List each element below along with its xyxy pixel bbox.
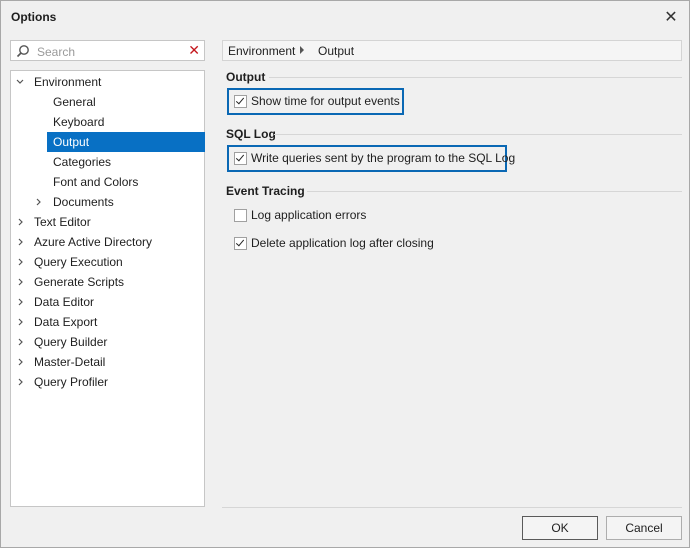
- chevron-down-icon[interactable]: [15, 72, 25, 92]
- tree-item-label: Keyboard: [53, 115, 105, 129]
- ok-button[interactable]: OK: [522, 516, 598, 540]
- options-dialog: Options ✕ ✕ Environment General Keyboard…: [0, 0, 690, 548]
- tree-item-master-detail[interactable]: Master-Detail: [15, 352, 203, 372]
- options-tree: Environment General Keyboard Output Cate…: [10, 70, 205, 507]
- tree-item-label: Query Profiler: [34, 375, 109, 389]
- close-icon[interactable]: ✕: [659, 6, 683, 28]
- tree-item-general[interactable]: General: [47, 92, 205, 112]
- chevron-right-icon[interactable]: [15, 372, 25, 392]
- tree-item-query-builder[interactable]: Query Builder: [15, 332, 203, 352]
- chevron-right-icon[interactable]: [15, 272, 25, 292]
- tree-item-label: Text Editor: [34, 215, 91, 229]
- clear-search-icon[interactable]: ✕: [188, 42, 200, 59]
- checkbox-checked-icon[interactable]: [234, 236, 247, 250]
- cancel-button[interactable]: Cancel: [606, 516, 682, 540]
- tree-item-categories[interactable]: Categories: [47, 152, 205, 172]
- group-divider: [269, 77, 682, 78]
- tree-item-azure-active-directory[interactable]: Azure Active Directory: [15, 232, 203, 252]
- breadcrumb-separator-icon: [300, 46, 304, 54]
- tree-item-label: Data Export: [34, 315, 98, 329]
- tree-item-label: Query Execution: [34, 255, 123, 269]
- show-time-label: Show time for output events: [251, 94, 400, 108]
- breadcrumb-root[interactable]: Environment: [228, 44, 295, 58]
- chevron-right-icon[interactable]: [15, 232, 25, 252]
- tree-item-keyboard[interactable]: Keyboard: [47, 112, 205, 132]
- chevron-right-icon[interactable]: [15, 292, 25, 312]
- log-errors-label: Log application errors: [251, 208, 367, 222]
- tree-item-data-export[interactable]: Data Export: [15, 312, 203, 332]
- breadcrumb: Environment Output: [222, 40, 682, 61]
- write-queries-label: Write queries sent by the program to the…: [251, 151, 516, 165]
- tree-item-label: Query Builder: [34, 335, 108, 349]
- tree-item-query-profiler[interactable]: Query Profiler: [15, 372, 203, 392]
- tree-item-label: Documents: [53, 195, 114, 209]
- tree-item-output[interactable]: Output: [47, 132, 205, 152]
- chevron-right-icon[interactable]: [15, 212, 25, 232]
- group-title-output: Output: [226, 70, 266, 84]
- tree-item-label: General: [53, 95, 96, 109]
- chevron-right-icon[interactable]: [15, 312, 25, 332]
- tree-item-label: Output: [53, 135, 90, 149]
- tree-item-label: Generate Scripts: [34, 275, 125, 289]
- search-input[interactable]: [35, 43, 189, 60]
- write-queries-checkbox[interactable]: Write queries sent by the program to the…: [234, 148, 515, 168]
- group-title-sql-log: SQL Log: [226, 127, 276, 141]
- checkbox-unchecked-icon[interactable]: [234, 208, 247, 222]
- title-bar: Options ✕: [1, 1, 689, 33]
- log-errors-checkbox[interactable]: Log application errors: [234, 205, 366, 225]
- tree-item-label: Master-Detail: [34, 355, 106, 369]
- footer-divider: [222, 507, 682, 508]
- tree-item-label: Data Editor: [34, 295, 95, 309]
- tree-item-documents[interactable]: Documents: [33, 192, 203, 212]
- tree-item-query-execution[interactable]: Query Execution: [15, 252, 203, 272]
- search-icon: [16, 45, 29, 58]
- chevron-right-icon[interactable]: [33, 192, 43, 212]
- tree-item-data-editor[interactable]: Data Editor: [15, 292, 203, 312]
- tree-item-label: Categories: [53, 155, 112, 169]
- checkbox-checked-icon[interactable]: [234, 151, 247, 165]
- checkbox-checked-icon[interactable]: [234, 94, 247, 108]
- tree-item-text-editor[interactable]: Text Editor: [15, 212, 203, 232]
- delete-log-label: Delete application log after closing: [251, 236, 434, 250]
- chevron-right-icon[interactable]: [15, 352, 25, 372]
- tree-item-label: Azure Active Directory: [34, 235, 153, 249]
- tree-item-environment[interactable]: Environment: [15, 72, 195, 92]
- tree-item-label: Environment: [34, 75, 102, 89]
- chevron-right-icon[interactable]: [15, 252, 25, 272]
- delete-log-checkbox[interactable]: Delete application log after closing: [234, 233, 434, 253]
- chevron-right-icon[interactable]: [15, 332, 25, 352]
- group-divider: [307, 191, 682, 192]
- window-title: Options: [11, 10, 57, 24]
- tree-item-label: Font and Colors: [53, 175, 139, 189]
- tree-item-font-and-colors[interactable]: Font and Colors: [47, 172, 205, 192]
- show-time-checkbox[interactable]: Show time for output events: [234, 91, 400, 111]
- group-divider: [274, 134, 682, 135]
- breadcrumb-current[interactable]: Output: [318, 44, 354, 58]
- tree-item-generate-scripts[interactable]: Generate Scripts: [15, 272, 203, 292]
- search-box: ✕: [10, 40, 205, 61]
- group-title-event-tracing: Event Tracing: [226, 184, 305, 198]
